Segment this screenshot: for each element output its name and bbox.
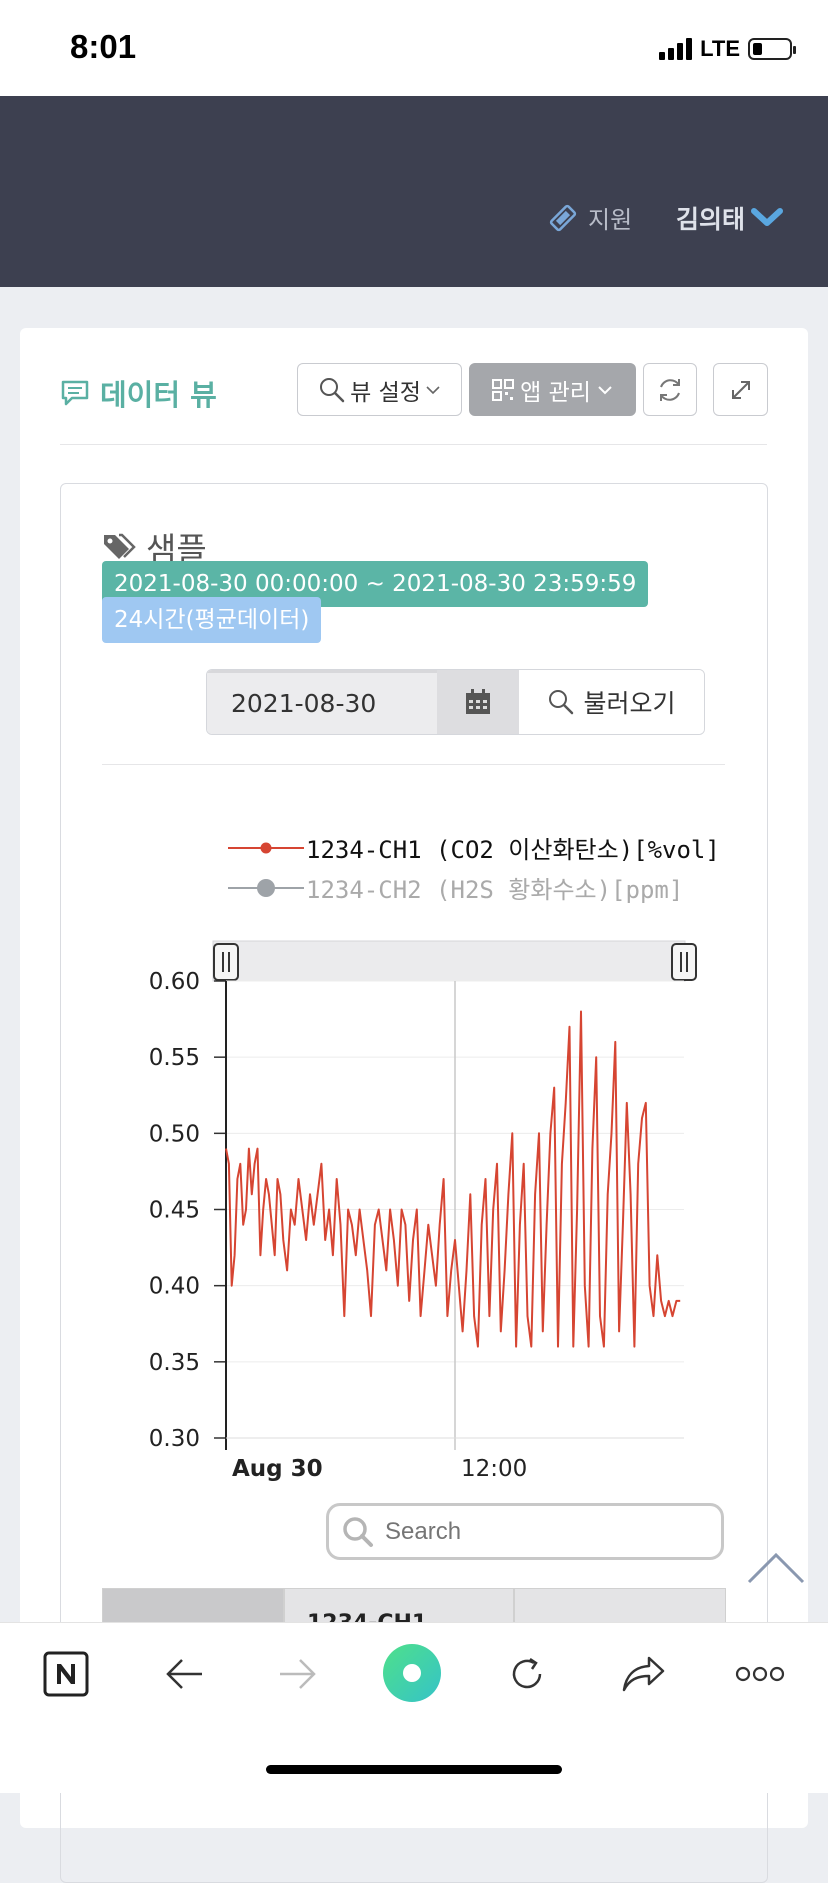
calendar-button[interactable] (437, 670, 519, 734)
legend-item-ch2[interactable]: 1234-CH2 (H2S 황화수소)[ppm] (226, 870, 683, 905)
refresh-icon (660, 378, 680, 401)
search-icon (320, 377, 345, 402)
table-search[interactable] (326, 1503, 724, 1560)
status-indicators: LTE (659, 34, 796, 64)
fullscreen-button[interactable] (713, 363, 768, 416)
share-icon (622, 1656, 665, 1692)
battery-icon (748, 38, 796, 60)
legend-label-ch1: 1234-CH1 (CO2 이산화탄소)[%vol] (306, 836, 720, 864)
green-dot-button[interactable] (382, 1642, 442, 1704)
chevron-down-icon (598, 385, 612, 394)
refresh-button[interactable] (643, 363, 697, 416)
date-picker-group: 불러오기 (206, 669, 705, 735)
page-title: 데이터 뷰 (60, 372, 217, 414)
status-time: 8:01 (70, 28, 137, 65)
view-settings-label: 뷰 설정 (350, 379, 421, 406)
signal-icon (659, 38, 693, 60)
divider (102, 764, 725, 765)
status-bar: 8:01 LTE (0, 0, 828, 96)
more-icon (735, 1666, 785, 1682)
forward-arrow-icon (280, 1659, 316, 1689)
reload-icon (512, 1657, 542, 1689)
support-label: 지원 (588, 206, 633, 234)
chevron-down-icon (426, 385, 440, 394)
reload-button[interactable] (498, 1646, 558, 1702)
support-link[interactable]: 지원 (548, 200, 632, 235)
naver-home-button[interactable] (36, 1646, 96, 1702)
tags-icon (104, 533, 136, 559)
legend-label-ch2: 1234-CH2 (H2S 황화수소)[ppm] (306, 876, 684, 904)
qrcode-icon (492, 378, 515, 401)
network-label: LTE (700, 36, 740, 61)
naver-icon (43, 1651, 89, 1697)
more-button[interactable] (730, 1646, 790, 1702)
scroll-top-button[interactable] (746, 1550, 806, 1590)
view-settings-button[interactable]: 뷰 설정 (297, 363, 462, 416)
battery-level (753, 43, 762, 55)
search-input[interactable] (383, 1516, 707, 1547)
search-icon (343, 1516, 373, 1547)
user-menu[interactable]: 김의태 (676, 200, 784, 236)
page-title-text: 데이터 뷰 (100, 378, 217, 412)
legend-item-ch1[interactable]: 1234-CH1 (CO2 이산화탄소)[%vol] (226, 830, 720, 865)
date-input[interactable] (207, 670, 437, 734)
ticket-icon (549, 204, 577, 231)
home-indicator (266, 1765, 562, 1774)
home-dot-icon (383, 1644, 441, 1702)
divider (60, 444, 767, 445)
load-label: 불러오기 (583, 689, 676, 718)
search-icon (549, 690, 574, 715)
forward-button[interactable] (268, 1646, 328, 1702)
data-mode-badge: 24시간(평균데이터) (102, 597, 322, 643)
calendar-icon (466, 689, 490, 714)
legend-marker-ch2 (228, 878, 304, 897)
back-button[interactable] (154, 1646, 214, 1702)
back-arrow-icon (166, 1659, 202, 1689)
app-manage-label: 앱 관리 (520, 379, 591, 406)
legend-marker-ch1 (228, 842, 304, 853)
expand-icon (731, 380, 750, 399)
top-header (0, 96, 828, 287)
app-manage-button[interactable]: 앱 관리 (469, 363, 636, 416)
share-button[interactable] (614, 1646, 674, 1702)
comment-icon (61, 380, 89, 406)
arrow-up-icon (747, 1552, 805, 1584)
load-button[interactable]: 불러오기 (519, 670, 704, 734)
chevron-down-icon (751, 208, 784, 226)
user-name: 김의태 (676, 205, 746, 234)
